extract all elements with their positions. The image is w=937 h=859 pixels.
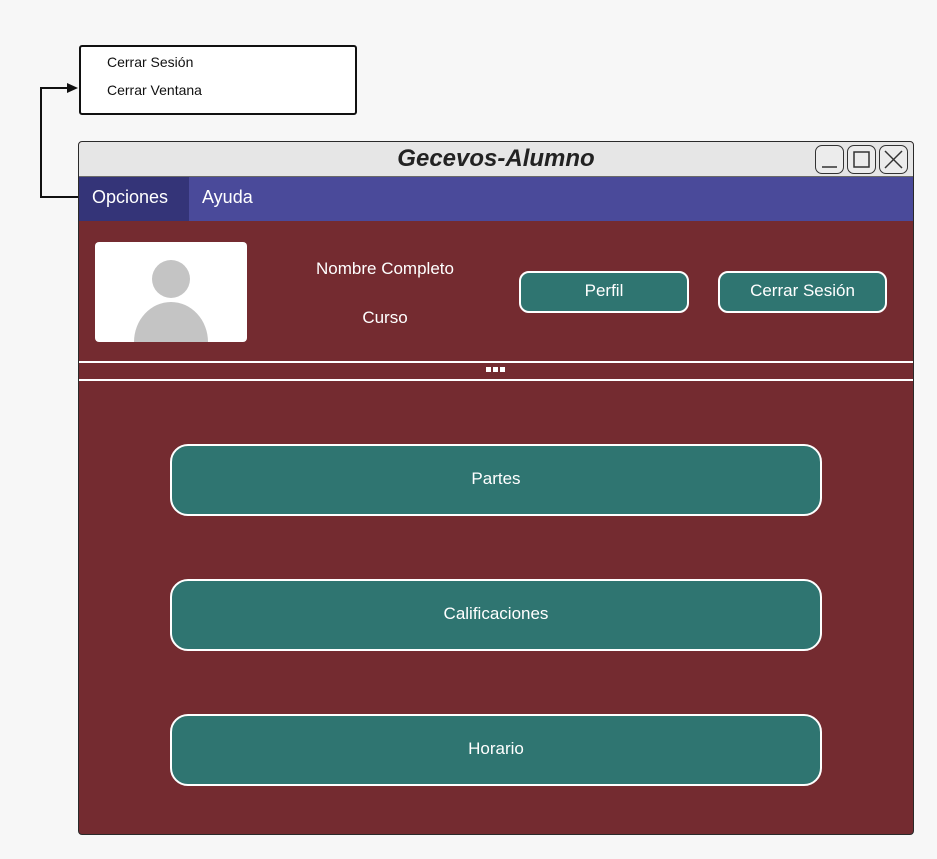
course-label: Curso — [362, 308, 408, 327]
avatar — [95, 242, 247, 342]
horario-button[interactable]: Horario — [170, 714, 822, 786]
minimize-icon[interactable] — [815, 145, 844, 174]
title-bar[interactable]: Gecevos-Alumno — [79, 142, 913, 177]
logout-button[interactable]: Cerrar Sesión — [718, 271, 887, 313]
options-dropdown-menu: Cerrar Sesión Cerrar Ventana — [79, 45, 357, 115]
user-silhouette-icon — [134, 260, 208, 342]
calificaciones-button[interactable]: Calificaciones — [170, 579, 822, 651]
menu-bar: Opciones Ayuda — [79, 177, 913, 221]
menu-ayuda[interactable]: Ayuda — [189, 177, 266, 221]
splitter-handle-icon[interactable] — [486, 367, 507, 372]
maximize-icon[interactable] — [847, 145, 876, 174]
window-title: Gecevos-Alumno — [397, 145, 595, 172]
profile-button[interactable]: Perfil — [519, 271, 689, 313]
splitter-bottom-line — [79, 379, 913, 381]
menu-opciones[interactable]: Opciones — [79, 177, 189, 221]
full-name-label: Nombre Completo — [316, 259, 454, 278]
menu-item-cerrar-sesion[interactable]: Cerrar Sesión — [107, 54, 193, 70]
partes-button[interactable]: Partes — [170, 444, 822, 516]
menu-item-cerrar-ventana[interactable]: Cerrar Ventana — [107, 82, 202, 98]
close-icon[interactable] — [879, 145, 908, 174]
splitter-top-line — [79, 361, 913, 363]
app-window: Gecevos-Alumno Opciones Ayuda Nombre Com… — [78, 141, 914, 835]
